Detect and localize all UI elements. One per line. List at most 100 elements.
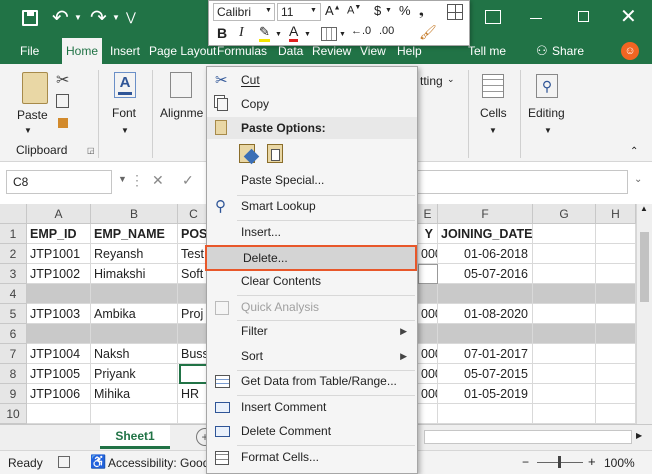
menu-item-format-cells[interactable]: Format Cells...	[207, 445, 417, 470]
menu-item-clear-contents[interactable]: Clear Contents	[207, 269, 417, 294]
column-header-a[interactable]: A	[27, 204, 91, 224]
cell-a1[interactable]: EMP_ID	[27, 224, 91, 244]
cell-g9[interactable]	[533, 384, 596, 404]
cell-b9[interactable]: Mihika	[91, 384, 178, 404]
cell-h10[interactable]	[596, 404, 636, 424]
bold-icon[interactable]: B	[217, 25, 227, 41]
row-header[interactable]: 1	[0, 224, 27, 244]
cell-h3[interactable]	[596, 264, 636, 284]
redo-icon[interactable]: ↷	[90, 5, 107, 30]
ribbon-options-icon[interactable]	[485, 10, 501, 24]
cell-b3[interactable]: Himakshi	[91, 264, 178, 284]
name-box[interactable]: C8	[6, 170, 112, 194]
column-header-b[interactable]: B	[91, 204, 178, 224]
cell-f10[interactable]	[438, 404, 533, 424]
cell-h9[interactable]	[596, 384, 636, 404]
cell-f8[interactable]: 05-07-2015	[438, 364, 533, 384]
cell-f6[interactable]	[438, 324, 533, 344]
decrease-font-icon[interactable]: A▼	[347, 4, 361, 17]
cell-h5[interactable]	[596, 304, 636, 324]
cell-h8[interactable]	[596, 364, 636, 384]
cell-b4[interactable]	[91, 284, 178, 304]
menu-item-insert-comment[interactable]: Insert Comment	[207, 395, 417, 420]
paste-option-values-icon[interactable]	[265, 141, 287, 165]
font-dropdown-icon[interactable]: ▼	[121, 126, 129, 135]
row-header[interactable]: 6	[0, 324, 27, 344]
cell-g7[interactable]	[533, 344, 596, 364]
select-all-corner[interactable]	[0, 204, 27, 224]
formatting-dropdown-icon[interactable]: ⌄	[447, 74, 455, 85]
redo-dropdown-icon[interactable]: ▼	[112, 13, 120, 22]
cell-b1[interactable]: EMP_NAME	[91, 224, 178, 244]
cut-icon[interactable]: ✂	[56, 70, 69, 90]
font-color-icon[interactable]: A	[289, 24, 299, 42]
row-header[interactable]: 4	[0, 284, 27, 304]
paste-button[interactable]: Paste	[17, 108, 48, 122]
column-header-g[interactable]: G	[533, 204, 596, 224]
format-painter-mini-icon[interactable]: 🖌	[419, 24, 437, 41]
zoom-slider-thumb[interactable]	[558, 456, 561, 468]
sheet-tab-sheet1[interactable]: Sheet1	[100, 425, 170, 449]
cell-a9[interactable]: JTP1006	[27, 384, 91, 404]
zoom-level[interactable]: 100%	[604, 456, 635, 470]
cell-b2[interactable]: Reyansh	[91, 244, 178, 264]
scroll-up-icon[interactable]: ▲	[640, 204, 648, 213]
menu-item-delete[interactable]: Delete...	[205, 245, 417, 271]
undo-dropdown-icon[interactable]: ▼	[74, 13, 82, 22]
cell-g10[interactable]	[533, 404, 596, 424]
menu-item-quick-analysis[interactable]: Quick Analysis	[207, 295, 417, 320]
cell-g8[interactable]	[533, 364, 596, 384]
cell-h7[interactable]	[596, 344, 636, 364]
menu-item-sort[interactable]: Sort ▶	[207, 344, 417, 369]
borders-dropdown-arrow-icon[interactable]: ▼	[339, 31, 346, 38]
share-button[interactable]: Share	[552, 38, 584, 64]
cell-f1[interactable]: JOINING_DATE	[438, 224, 533, 244]
cell-a7[interactable]: JTP1004	[27, 344, 91, 364]
menu-item-get-data[interactable]: Get Data from Table/Range...	[207, 369, 417, 394]
save-icon[interactable]	[22, 10, 38, 26]
menu-item-smart-lookup[interactable]: ⚲ Smart Lookup	[207, 194, 417, 219]
tab-page-layout[interactable]: Page Layout	[149, 38, 216, 64]
cells-group-button[interactable]: Cells	[480, 106, 507, 120]
cell-h4[interactable]	[596, 284, 636, 304]
cell-g5[interactable]	[533, 304, 596, 324]
zoom-out-icon[interactable]: −	[522, 455, 529, 469]
paste-dropdown-icon[interactable]: ▼	[24, 126, 32, 135]
accessibility-icon[interactable]: ♿	[90, 454, 106, 470]
editing-dropdown-icon[interactable]: ▼	[544, 126, 552, 135]
cell-h2[interactable]	[596, 244, 636, 264]
cell-h6[interactable]	[596, 324, 636, 344]
row-header[interactable]: 5	[0, 304, 27, 324]
italic-icon[interactable]: I	[239, 25, 244, 41]
status-accessibility[interactable]: Accessibility: Good	[108, 456, 209, 470]
column-header-f[interactable]: F	[438, 204, 533, 224]
row-header[interactable]: 9	[0, 384, 27, 404]
dialog-launcher-icon[interactable]: ◲	[87, 146, 95, 155]
paste-option-keep-formatting-icon[interactable]	[237, 141, 260, 165]
row-header[interactable]: 10	[0, 404, 27, 424]
cell-e1[interactable]: Y	[418, 224, 438, 244]
customize-qat-icon[interactable]: ⋁	[126, 10, 136, 24]
percent-format-icon[interactable]: %	[399, 3, 411, 18]
cell-g1[interactable]	[533, 224, 596, 244]
cell-f3[interactable]: 05-07-2016	[438, 264, 533, 284]
cell-a6[interactable]	[27, 324, 91, 344]
cell-e10[interactable]	[418, 404, 438, 424]
menu-item-paste-special[interactable]: Paste Special...	[207, 168, 417, 193]
borders-icon[interactable]	[447, 4, 463, 20]
highlight-color-icon[interactable]: ✎	[259, 25, 270, 42]
cell-a8[interactable]: JTP1005	[27, 364, 91, 384]
cell-b5[interactable]: Ambika	[91, 304, 178, 324]
row-header[interactable]: 7	[0, 344, 27, 364]
cell-e9[interactable]: 000	[418, 384, 438, 404]
undo-icon[interactable]: ↶	[52, 5, 69, 30]
cell-f9[interactable]: 01-05-2019	[438, 384, 533, 404]
cells-icon[interactable]	[482, 74, 504, 98]
cell-a5[interactable]: JTP1003	[27, 304, 91, 324]
formula-input[interactable]	[408, 170, 628, 194]
paste-icon[interactable]	[22, 72, 48, 104]
cell-e7[interactable]: 000	[418, 344, 438, 364]
restore-icon[interactable]	[578, 11, 589, 22]
currency-dropdown-icon[interactable]: ▼	[385, 7, 392, 14]
alignment-icon[interactable]	[170, 72, 192, 98]
